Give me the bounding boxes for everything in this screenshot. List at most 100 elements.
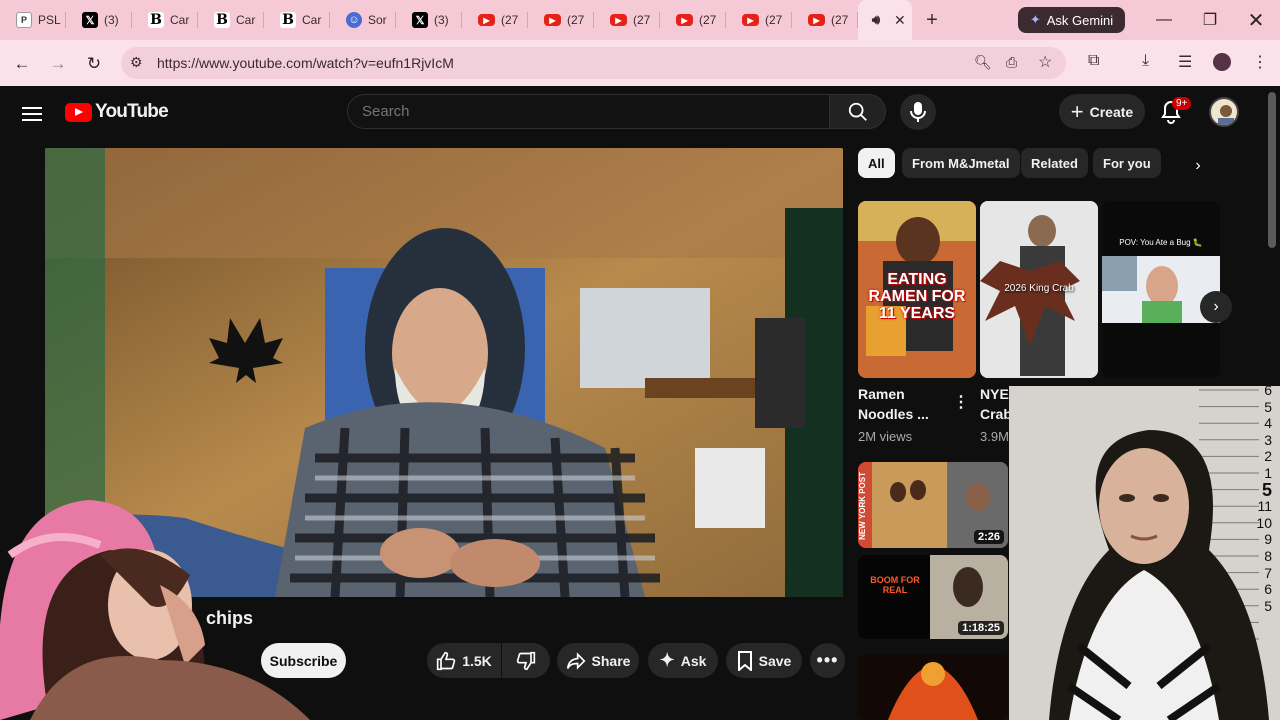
dislike-button[interactable] [502,643,550,678]
scale-number: 11 [1257,498,1272,515]
profile-avatar[interactable] [1213,53,1231,71]
shorts-next-arrow-icon[interactable]: › [1200,291,1232,323]
tab-label: (3) [104,13,119,27]
account-avatar[interactable] [1209,97,1239,127]
tab-label: (27 [831,13,849,27]
short-views: 3.9M [980,429,1009,444]
notification-badge: 9+ [1172,97,1192,110]
site-icon: P [16,12,32,28]
close-tab-icon[interactable]: ✕ [894,12,906,29]
browser-tab[interactable]: B Car [132,0,198,40]
search-button[interactable] [829,94,886,129]
extensions-icon[interactable]: ⧉ [1088,52,1099,70]
browser-tab[interactable]: 𝕏 (3) [396,0,462,40]
page-scrollbar[interactable] [1268,92,1276,248]
more-horizontal-icon: ••• [816,650,839,670]
short-more-icon[interactable]: ⋮ [953,392,969,412]
restore-button[interactable]: ❐ [1187,0,1233,40]
short-views: 2M views [858,429,913,444]
browser-tab-active[interactable]: 🔊︎ ✕ [858,0,912,40]
chip-all[interactable]: All [858,148,895,178]
chip-label: From M&Jmetal [912,155,1010,171]
short-title[interactable]: NYE Crab [980,384,1010,424]
browser-tab[interactable]: B Car [264,0,330,40]
short-overlay-text: EATING RAMEN FOR 11 YEARS [868,271,966,322]
media-control-icon[interactable]: ☰ [1178,52,1192,72]
voice-search-button[interactable] [900,94,936,130]
download-icon[interactable]: ⤓ [1142,52,1149,70]
search-input[interactable] [347,94,829,129]
tab-label: (27 [567,13,585,27]
speaker-icon: 🔊︎ [871,12,881,27]
browser-tab[interactable]: ☺ Sor [330,0,396,40]
scale-number: 3 [1264,431,1272,448]
browser-tab[interactable]: ▶ (27 [660,0,726,40]
video-thumbnail[interactable] [858,654,1008,720]
height-scale: 6 5 4 3 2 1 5 11 10 9 8 7 6 5 [1252,386,1272,614]
close-window-button[interactable]: ✕ [1233,0,1279,40]
reload-button[interactable]: ↻ [80,50,108,78]
scale-number: 10 [1256,514,1272,531]
forward-button[interactable]: → [44,50,72,78]
bookmark-star-icon[interactable]: ☆ [1038,52,1052,72]
tab-label: (27 [699,13,717,27]
video-thumbnail[interactable]: BOOM FOR REAL 1:18:25 [858,555,1008,639]
address-bar[interactable]: ⚙ https://www.youtube.com/watch?v=eufn1R… [121,47,1066,79]
create-button[interactable]: + Create [1059,94,1145,129]
more-actions-button[interactable]: ••• [810,643,845,678]
back-button[interactable]: ← [8,50,36,78]
browser-tab[interactable]: ▶ (27 [594,0,660,40]
save-button[interactable]: Save [726,643,802,678]
browser-tab[interactable]: P PSL [0,0,66,40]
youtube-icon: ▶ [610,14,627,26]
tab-label: Sor [368,13,387,27]
zoom-icon[interactable]: 🔍︎ [974,54,992,71]
url-text: https://www.youtube.com/watch?v=eufn1Rjv… [157,55,454,71]
short-title[interactable]: Ramen Noodles ... [858,384,953,424]
chip-label: Related [1031,155,1078,171]
sparkle-icon: ✦ [659,650,675,670]
chip-label: For you [1103,155,1151,171]
tab-label: (3) [434,13,449,27]
scale-number: 7 [1264,564,1272,581]
youtube-icon: ▶ [742,14,759,26]
tab-label: Car [170,13,190,27]
browser-tab[interactable]: ▶ (27 [528,0,594,40]
tab-label: Car [236,13,256,27]
site-icon: B [214,12,230,28]
browser-tab[interactable]: ▶ (27 [726,0,792,40]
short-thumbnail[interactable]: POV: You Ate a Bug 🐛 [1102,201,1220,378]
short-thumbnail[interactable]: 2026 King Crab [980,201,1098,378]
browser-tab[interactable]: B Car [198,0,264,40]
short-overlay-text: POV: You Ate a Bug 🐛 [1119,238,1203,247]
tab-label: (27 [765,13,783,27]
browser-tab[interactable]: 𝕏 (3) [66,0,132,40]
youtube-icon: ▶ [478,14,495,26]
share-button[interactable]: Share [557,643,639,678]
chip-from-channel[interactable]: From M&Jmetal [902,148,1020,178]
like-button[interactable]: 1.5K [427,643,501,678]
browser-tab[interactable]: ▶ (27 [462,0,528,40]
scale-number: 5 [1264,398,1272,415]
ask-gemini-button[interactable]: ✦ Ask Gemini [1018,7,1125,33]
youtube-icon: ▶ [544,14,561,26]
ask-button[interactable]: ✦ Ask [648,643,718,678]
youtube-logo[interactable]: YouTube [65,101,169,123]
minimize-button[interactable]: — [1141,0,1187,40]
install-app-icon[interactable]: ⎙ [1006,54,1017,71]
scale-number: 5 [1264,597,1272,614]
browser-tab[interactable]: ▶ (27 [792,0,858,40]
chips-next-arrow-icon[interactable]: › [1182,150,1214,182]
ask-gemini-label: Ask Gemini [1046,12,1114,28]
search-icon [848,102,867,121]
tab-label: Car [302,13,322,27]
new-tab-button[interactable]: + [912,9,952,32]
browser-menu-icon[interactable]: ⋮ [1252,52,1268,72]
hamburger-menu-icon[interactable] [22,103,42,125]
scale-number: 5 [1261,479,1272,500]
site-info-icon[interactable]: ⚙ [130,54,143,71]
video-thumbnail[interactable]: NEW YORK POST 2:26 [858,462,1008,548]
short-thumbnail[interactable]: EATING RAMEN FOR 11 YEARS [858,201,976,378]
chip-for-you[interactable]: For you [1093,148,1161,178]
chip-related[interactable]: Related [1021,148,1088,178]
